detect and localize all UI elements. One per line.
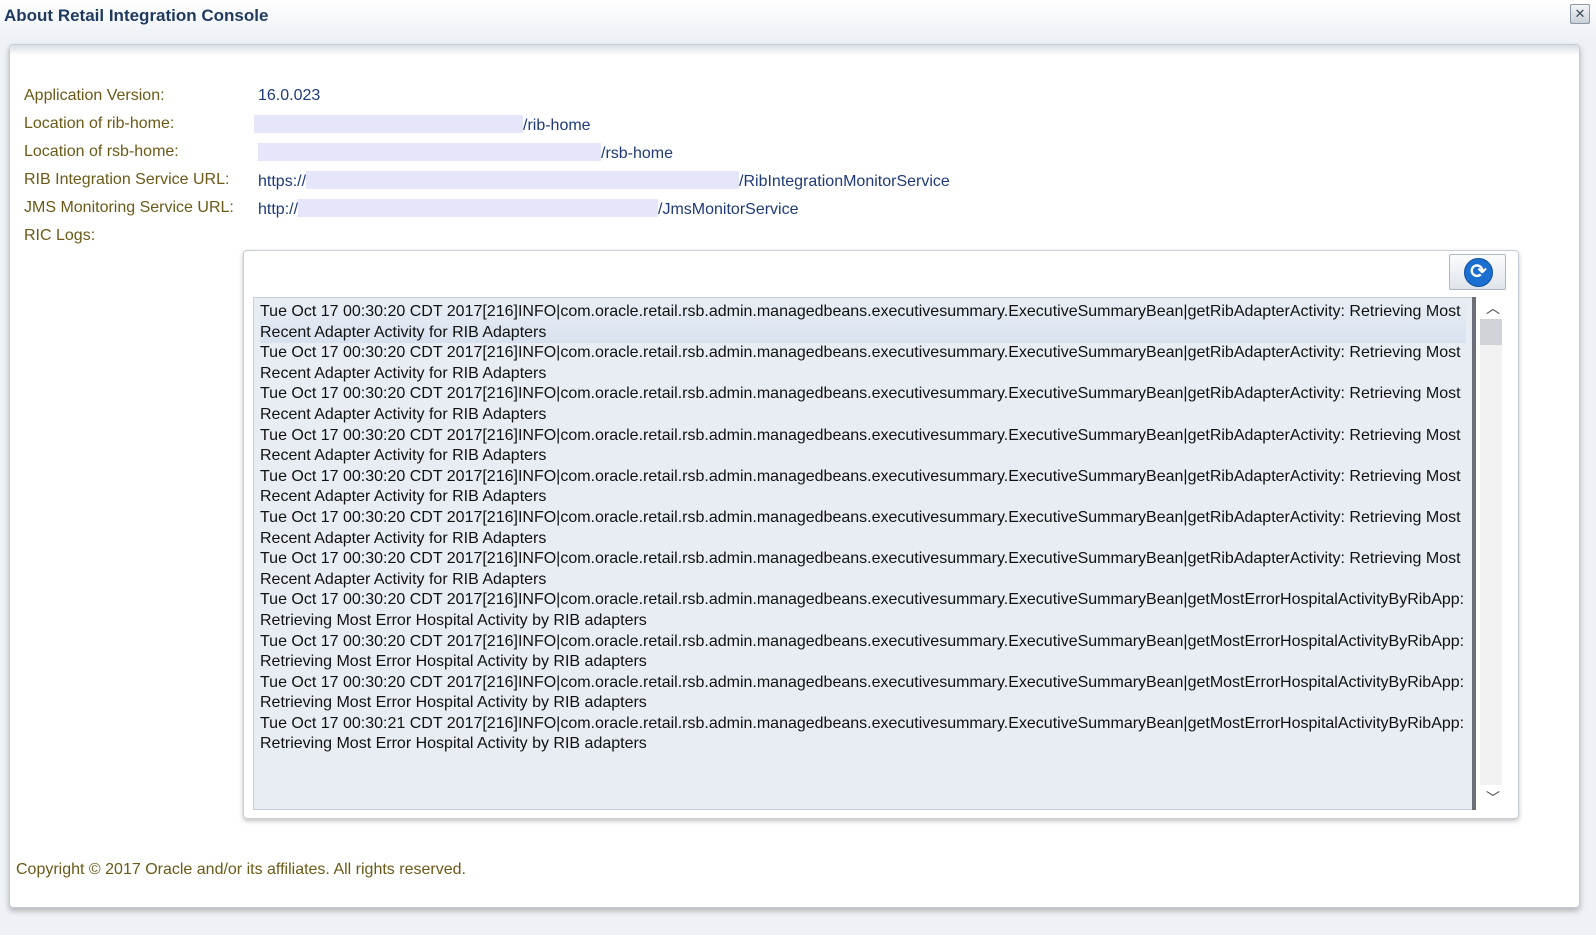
log-entry: Tue Oct 17 00:30:21 CDT 2017[216]INFO|co… bbox=[260, 714, 1465, 753]
app-version-value: 16.0.023 bbox=[258, 87, 321, 104]
close-icon[interactable]: ✕ bbox=[1570, 4, 1590, 24]
rsb-home-value: /rsb-home bbox=[258, 143, 673, 163]
jms-service-url-value[interactable]: http:///JmsMonitorService bbox=[258, 199, 799, 219]
rib-home-label: Location of rib-home: bbox=[24, 115, 175, 132]
jms-service-url-label: JMS Monitoring Service URL: bbox=[24, 199, 234, 216]
log-entry: Tue Oct 17 00:30:20 CDT 2017[216]INFO|co… bbox=[260, 385, 1461, 423]
redacted-block bbox=[306, 171, 740, 189]
copyright-text: Copyright © 2017 Oracle and/or its affil… bbox=[16, 861, 466, 878]
rib-service-url-value[interactable]: https:///RibIntegrationMonitorService bbox=[258, 171, 950, 191]
rib-service-url-label: RIB Integration Service URL: bbox=[24, 171, 230, 188]
ric-logs-panel: ⟳ Tue Oct 17 00:30:20 CDT 2017[216]INFO|… bbox=[243, 250, 1519, 819]
dialog-title-bar: About Retail Integration Console ✕ bbox=[0, 0, 1596, 36]
log-entry: Tue Oct 17 00:30:20 CDT 2017[216]INFO|co… bbox=[260, 550, 1461, 588]
chevron-down-icon[interactable]: ﹀ bbox=[1484, 789, 1502, 807]
rib-home-value: /rib-home bbox=[254, 115, 591, 135]
panel-header-strip bbox=[10, 45, 1579, 55]
scroll-thumb[interactable] bbox=[1480, 319, 1502, 345]
app-version-label: Application Version: bbox=[24, 87, 165, 104]
log-entry: Tue Oct 17 00:30:20 CDT 2017[216]INFO|co… bbox=[260, 467, 1461, 506]
log-entry: Tue Oct 17 00:30:20 CDT 2017[216]INFO|co… bbox=[260, 632, 1465, 671]
log-entry: Tue Oct 17 00:30:20 CDT 2017[216]INFO|co… bbox=[260, 673, 1465, 712]
log-entry: Tue Oct 17 00:30:20 CDT 2017[216]INFO|co… bbox=[260, 344, 1461, 382]
log-scrollbar[interactable]: ︿ ﹀ bbox=[1476, 297, 1510, 810]
scroll-track[interactable] bbox=[1480, 319, 1502, 785]
log-entry: Tue Oct 17 00:30:20 CDT 2017[216]INFO|co… bbox=[260, 302, 1466, 344]
ric-logs-label: RIC Logs: bbox=[24, 227, 96, 244]
refresh-logs-button[interactable]: ⟳ bbox=[1449, 254, 1506, 290]
redacted-block bbox=[254, 115, 523, 133]
log-entry: Tue Oct 17 00:30:20 CDT 2017[216]INFO|co… bbox=[260, 426, 1461, 465]
redacted-block bbox=[258, 143, 601, 161]
log-entry: Tue Oct 17 00:30:20 CDT 2017[216]INFO|co… bbox=[260, 508, 1461, 547]
chevron-up-icon[interactable]: ︿ bbox=[1484, 299, 1502, 317]
log-text-area[interactable]: Tue Oct 17 00:30:20 CDT 2017[216]INFO|co… bbox=[253, 297, 1473, 810]
dialog-title: About Retail Integration Console bbox=[4, 6, 269, 25]
refresh-icon: ⟳ bbox=[1464, 258, 1493, 287]
rsb-home-label: Location of rsb-home: bbox=[24, 143, 179, 160]
log-entry: Tue Oct 17 00:30:20 CDT 2017[216]INFO|co… bbox=[260, 591, 1465, 629]
redacted-block bbox=[298, 199, 659, 217]
about-panel: Application Version: 16.0.023 Location o… bbox=[9, 44, 1580, 908]
